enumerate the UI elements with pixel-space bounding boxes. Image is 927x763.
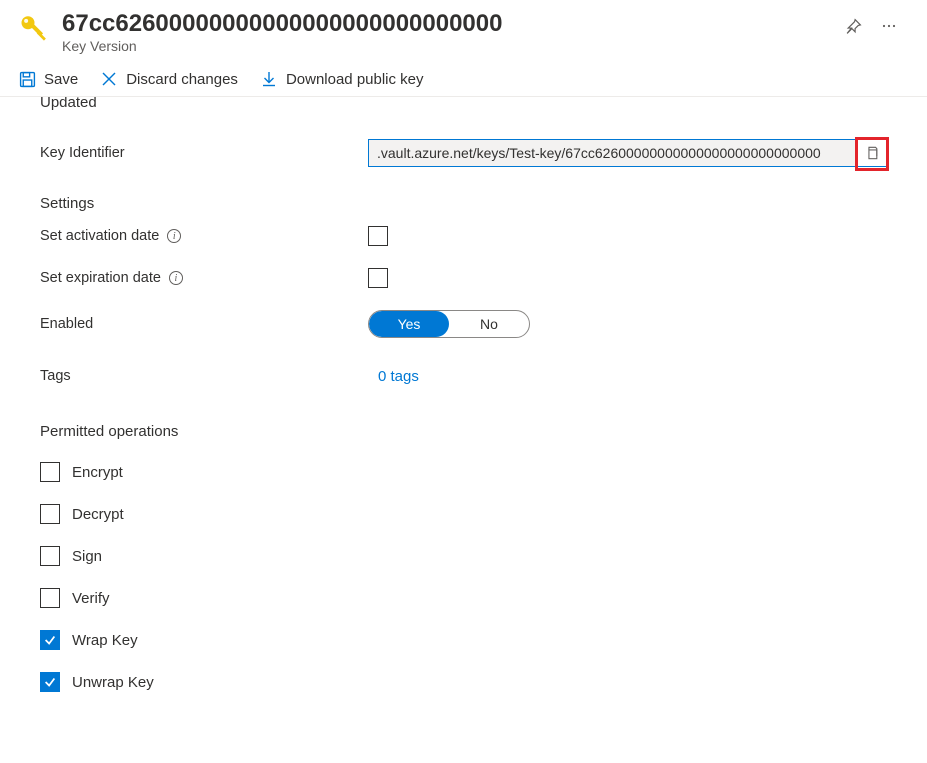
copy-button[interactable]	[855, 137, 889, 171]
activation-checkbox[interactable]	[368, 226, 388, 246]
content-area: Updated Key Identifier Settings Set acti…	[0, 97, 927, 712]
page-header: 67cc62600000000000000000000000000 Key Ve…	[0, 0, 927, 60]
save-label: Save	[44, 71, 78, 88]
perm-decrypt-label: Decrypt	[72, 506, 124, 523]
perm-decrypt-checkbox[interactable]	[40, 504, 60, 524]
save-icon	[18, 70, 36, 88]
perm-verify-label: Verify	[72, 590, 110, 607]
enabled-no[interactable]: No	[449, 311, 529, 337]
info-icon[interactable]: i	[167, 229, 181, 243]
page-title: 67cc62600000000000000000000000000	[62, 10, 843, 38]
perm-sign-label: Sign	[72, 548, 102, 565]
perm-sign[interactable]: Sign	[40, 546, 887, 566]
perm-encrypt-label: Encrypt	[72, 464, 123, 481]
discard-button[interactable]: Discard changes	[100, 70, 238, 88]
download-button[interactable]: Download public key	[260, 70, 424, 88]
more-button[interactable]	[879, 16, 899, 36]
command-bar: Save Discard changes Download public key	[0, 60, 927, 97]
perm-decrypt[interactable]: Decrypt	[40, 504, 887, 524]
pin-button[interactable]	[843, 16, 863, 36]
discard-icon	[100, 70, 118, 88]
activation-label: Set activation date i	[40, 228, 368, 244]
expiration-label: Set expiration date i	[40, 270, 368, 286]
perm-unwrap-checkbox[interactable]	[40, 672, 60, 692]
key-identifier-label: Key Identifier	[40, 145, 368, 161]
tags-link[interactable]: 0 tags	[378, 368, 419, 385]
expiration-checkbox[interactable]	[368, 268, 388, 288]
key-identifier-input[interactable]	[369, 140, 855, 166]
perm-verify[interactable]: Verify	[40, 588, 887, 608]
updated-label: Updated	[40, 97, 368, 111]
permitted-operations-list: Encrypt Decrypt Sign Verify Wrap Key	[40, 462, 887, 692]
perm-verify-checkbox[interactable]	[40, 588, 60, 608]
enabled-label: Enabled	[40, 316, 368, 332]
info-icon[interactable]: i	[169, 271, 183, 285]
perm-sign-checkbox[interactable]	[40, 546, 60, 566]
discard-label: Discard changes	[126, 71, 238, 88]
key-identifier-field-wrap	[368, 139, 887, 167]
perm-wrap[interactable]: Wrap Key	[40, 630, 887, 650]
enabled-toggle[interactable]: Yes No	[368, 310, 530, 338]
key-icon	[18, 12, 48, 46]
enabled-yes[interactable]: Yes	[369, 311, 449, 337]
perm-encrypt-checkbox[interactable]	[40, 462, 60, 482]
download-icon	[260, 70, 278, 88]
settings-heading: Settings	[40, 195, 887, 212]
page-subtitle: Key Version	[62, 38, 843, 54]
perm-encrypt[interactable]: Encrypt	[40, 462, 887, 482]
download-label: Download public key	[286, 71, 424, 88]
save-button[interactable]: Save	[18, 70, 78, 88]
permitted-operations-heading: Permitted operations	[40, 423, 887, 440]
perm-unwrap[interactable]: Unwrap Key	[40, 672, 887, 692]
tags-label: Tags	[40, 368, 368, 384]
perm-wrap-label: Wrap Key	[72, 632, 138, 649]
copy-icon	[865, 146, 879, 163]
perm-wrap-checkbox[interactable]	[40, 630, 60, 650]
perm-unwrap-label: Unwrap Key	[72, 674, 154, 691]
